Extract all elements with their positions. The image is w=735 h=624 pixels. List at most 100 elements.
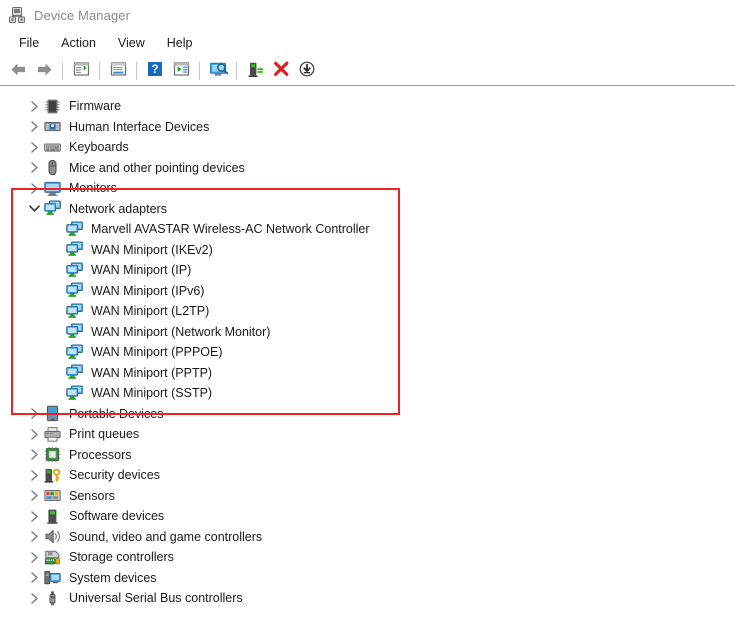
tree-item-label: Sound, video and game controllers bbox=[69, 531, 262, 544]
forward-button[interactable] bbox=[31, 59, 57, 83]
tree-item[interactable]: Sensors bbox=[0, 486, 735, 507]
device-tree[interactable]: FirmwareHuman Interface DevicesKeyboards… bbox=[0, 92, 735, 624]
toolbar: ? bbox=[0, 56, 735, 86]
toolbar-separator-5 bbox=[236, 62, 237, 80]
portable-device-icon bbox=[44, 405, 61, 422]
tree-item[interactable]: WAN Miniport (IP) bbox=[0, 260, 735, 281]
menu-help[interactable]: Help bbox=[156, 34, 204, 52]
tree-item-label: WAN Miniport (IP) bbox=[91, 264, 191, 277]
system-device-icon bbox=[44, 569, 61, 586]
network-adapter-icon bbox=[66, 303, 83, 320]
storage-controller-icon bbox=[44, 549, 61, 566]
tree-item-label: Monitors bbox=[69, 182, 117, 195]
network-adapter-icon bbox=[66, 323, 83, 340]
network-adapter-icon bbox=[66, 221, 83, 238]
tree-item[interactable]: Network adapters bbox=[0, 199, 735, 220]
tree-item[interactable]: WAN Miniport (IPv6) bbox=[0, 281, 735, 302]
update-driver-button[interactable] bbox=[168, 59, 194, 83]
chevron-right-icon[interactable] bbox=[26, 139, 42, 155]
chevron-right-icon[interactable] bbox=[26, 98, 42, 114]
menu-bar: File Action View Help bbox=[0, 30, 735, 56]
tree-item[interactable]: WAN Miniport (SSTP) bbox=[0, 383, 735, 404]
printer-icon bbox=[44, 426, 61, 443]
menu-view[interactable]: View bbox=[107, 34, 156, 52]
show-hide-console-tree-button[interactable] bbox=[68, 59, 94, 83]
tree-item[interactable]: Marvell AVASTAR Wireless-AC Network Cont… bbox=[0, 219, 735, 240]
chevron-right-icon[interactable] bbox=[26, 467, 42, 483]
tree-item[interactable]: System devices bbox=[0, 568, 735, 589]
keyboard-icon bbox=[44, 139, 61, 156]
tree-item[interactable]: Print queues bbox=[0, 424, 735, 445]
tree-item[interactable]: Human Interface Devices bbox=[0, 117, 735, 138]
tree-item[interactable]: Processors bbox=[0, 445, 735, 466]
disable-device-button[interactable] bbox=[242, 59, 268, 83]
back-button[interactable] bbox=[5, 59, 31, 83]
tree-item[interactable]: WAN Miniport (Network Monitor) bbox=[0, 322, 735, 343]
tree-item-label: WAN Miniport (PPPOE) bbox=[91, 346, 223, 359]
scan-hardware-changes-button[interactable] bbox=[205, 59, 231, 83]
firmware-icon bbox=[44, 98, 61, 115]
help-button[interactable]: ? bbox=[142, 59, 168, 83]
tree-item-label: Print queues bbox=[69, 428, 139, 441]
menu-action[interactable]: Action bbox=[50, 34, 107, 52]
tree-indent-spacer bbox=[48, 385, 64, 401]
properties-icon bbox=[110, 61, 127, 80]
uninstall-device-button[interactable] bbox=[268, 59, 294, 83]
tree-indent-spacer bbox=[48, 324, 64, 340]
processor-icon bbox=[44, 446, 61, 463]
tree-item[interactable]: Mice and other pointing devices bbox=[0, 158, 735, 179]
chevron-right-icon[interactable] bbox=[26, 447, 42, 463]
update-device-button[interactable] bbox=[294, 59, 320, 83]
tree-item-label: Portable Devices bbox=[69, 408, 164, 421]
tree-item-label: Universal Serial Bus controllers bbox=[69, 592, 243, 605]
software-device-icon bbox=[44, 508, 61, 525]
plug-green-icon bbox=[247, 61, 264, 81]
toolbar-separator-3 bbox=[136, 62, 137, 80]
tree-item-label: Network adapters bbox=[69, 203, 167, 216]
chevron-right-icon[interactable] bbox=[26, 180, 42, 196]
chevron-right-icon[interactable] bbox=[26, 549, 42, 565]
chevron-right-icon[interactable] bbox=[26, 488, 42, 504]
chevron-right-icon[interactable] bbox=[26, 426, 42, 442]
network-adapter-icon bbox=[66, 344, 83, 361]
back-arrow-icon bbox=[10, 62, 27, 80]
properties-button[interactable] bbox=[105, 59, 131, 83]
tree-item[interactable]: Security devices bbox=[0, 465, 735, 486]
tree-item[interactable]: Universal Serial Bus controllers bbox=[0, 588, 735, 609]
chevron-down-icon[interactable] bbox=[26, 201, 42, 217]
tree-item[interactable]: Software devices bbox=[0, 506, 735, 527]
tree-item[interactable]: WAN Miniport (IKEv2) bbox=[0, 240, 735, 261]
tree-item[interactable]: Keyboards bbox=[0, 137, 735, 158]
tree-item[interactable]: Firmware bbox=[0, 96, 735, 117]
chevron-right-icon[interactable] bbox=[26, 529, 42, 545]
tree-item[interactable]: WAN Miniport (PPPOE) bbox=[0, 342, 735, 363]
chevron-right-icon[interactable] bbox=[26, 508, 42, 524]
tree-item[interactable]: Monitors bbox=[0, 178, 735, 199]
tree-item[interactable]: WAN Miniport (L2TP) bbox=[0, 301, 735, 322]
tree-item-label: Security devices bbox=[69, 469, 160, 482]
scan-hardware-icon bbox=[209, 61, 228, 81]
toolbar-separator-1 bbox=[62, 62, 63, 80]
chevron-right-icon[interactable] bbox=[26, 590, 42, 606]
tree-item[interactable]: Storage controllers bbox=[0, 547, 735, 568]
help-icon: ? bbox=[147, 61, 163, 80]
chevron-right-icon[interactable] bbox=[26, 406, 42, 422]
tree-item[interactable]: WAN Miniport (PPTP) bbox=[0, 363, 735, 384]
tree-item-label: WAN Miniport (IKEv2) bbox=[91, 244, 213, 257]
tree-item-label: Sensors bbox=[69, 490, 115, 503]
chevron-right-icon[interactable] bbox=[26, 160, 42, 176]
sensor-icon bbox=[44, 487, 61, 504]
chevron-right-icon[interactable] bbox=[26, 119, 42, 135]
menu-file[interactable]: File bbox=[8, 34, 50, 52]
tree-item-label: Processors bbox=[69, 449, 132, 462]
network-adapter-icon bbox=[66, 282, 83, 299]
tree-item-label: Mice and other pointing devices bbox=[69, 162, 245, 175]
tree-item-label: WAN Miniport (Network Monitor) bbox=[91, 326, 270, 339]
hid-icon bbox=[44, 118, 61, 135]
security-device-icon bbox=[44, 467, 61, 484]
chevron-right-icon[interactable] bbox=[26, 570, 42, 586]
monitor-icon bbox=[44, 180, 61, 197]
tree-item[interactable]: Sound, video and game controllers bbox=[0, 527, 735, 548]
tree-item[interactable]: Portable Devices bbox=[0, 404, 735, 425]
tree-item-label: WAN Miniport (L2TP) bbox=[91, 305, 209, 318]
